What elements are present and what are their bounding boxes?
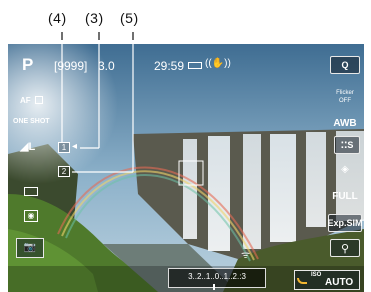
image-quality: ◢L (20, 141, 36, 153)
flicker-label: Flicker (336, 90, 354, 96)
callout-bar: (4) (3) (5) (0, 0, 371, 44)
marker-arrow: ◂ (72, 141, 78, 152)
callout-5: (5) (120, 10, 139, 26)
white-balance: AWB (333, 117, 357, 129)
af-operation: ONE SHOT (13, 118, 50, 125)
q-button[interactable]: Q (330, 56, 360, 74)
iso-value: AUTO (325, 277, 354, 288)
drive-mode-icon (24, 187, 38, 196)
picture-style: ⁚⁚ S (334, 136, 360, 154)
iso-button[interactable]: ISO AUTO (294, 270, 360, 290)
camera-settings-icon[interactable]: 📷 (16, 238, 44, 258)
flicker-status: Flicker OFF (330, 86, 360, 108)
metering-icon: ◉ (24, 210, 38, 222)
exposure-indicator (213, 284, 215, 290)
image-quality-label: L (28, 141, 36, 153)
recording-time: 29:59 (154, 59, 185, 73)
magnify-button[interactable]: ⚲ (330, 239, 360, 257)
marker-frame-1: 1 (58, 142, 70, 153)
callout-3: (3) (85, 10, 104, 26)
exposure-simulation: Exp.SIM (328, 214, 363, 232)
shooting-mode: P (22, 55, 34, 74)
af-method: AF (20, 96, 31, 105)
iso-label: ISO (311, 272, 322, 278)
wifi-off-icon: ᯤ (241, 250, 251, 261)
image-stabilizer-icon: ((✋)) (205, 58, 231, 69)
battery-icon (188, 62, 202, 69)
exposure-scale-text: 3..2..1..0..1..2.:3 (188, 272, 246, 281)
exposure-level-scale: 3..2..1..0..1..2.:3 (168, 268, 266, 288)
af-area-icon (35, 96, 43, 104)
picture-style-label: S (347, 140, 354, 150)
creative-filter-icon: ◈ (341, 163, 349, 175)
aperture-value: 3.0 (98, 59, 115, 73)
flicker-value: OFF (339, 98, 351, 104)
marker-frame-2: 2 (58, 166, 70, 177)
dial-icon (297, 278, 307, 284)
magnify-icon: ⚲ (340, 242, 350, 255)
shots-remaining: [9999] (54, 59, 88, 73)
image-size: FULL (332, 190, 358, 202)
callout-4: (4) (48, 10, 67, 26)
live-view-screen: P [9999] 3.0 29:59 ((✋)) AF ONE SHOT ◢L … (8, 44, 364, 292)
